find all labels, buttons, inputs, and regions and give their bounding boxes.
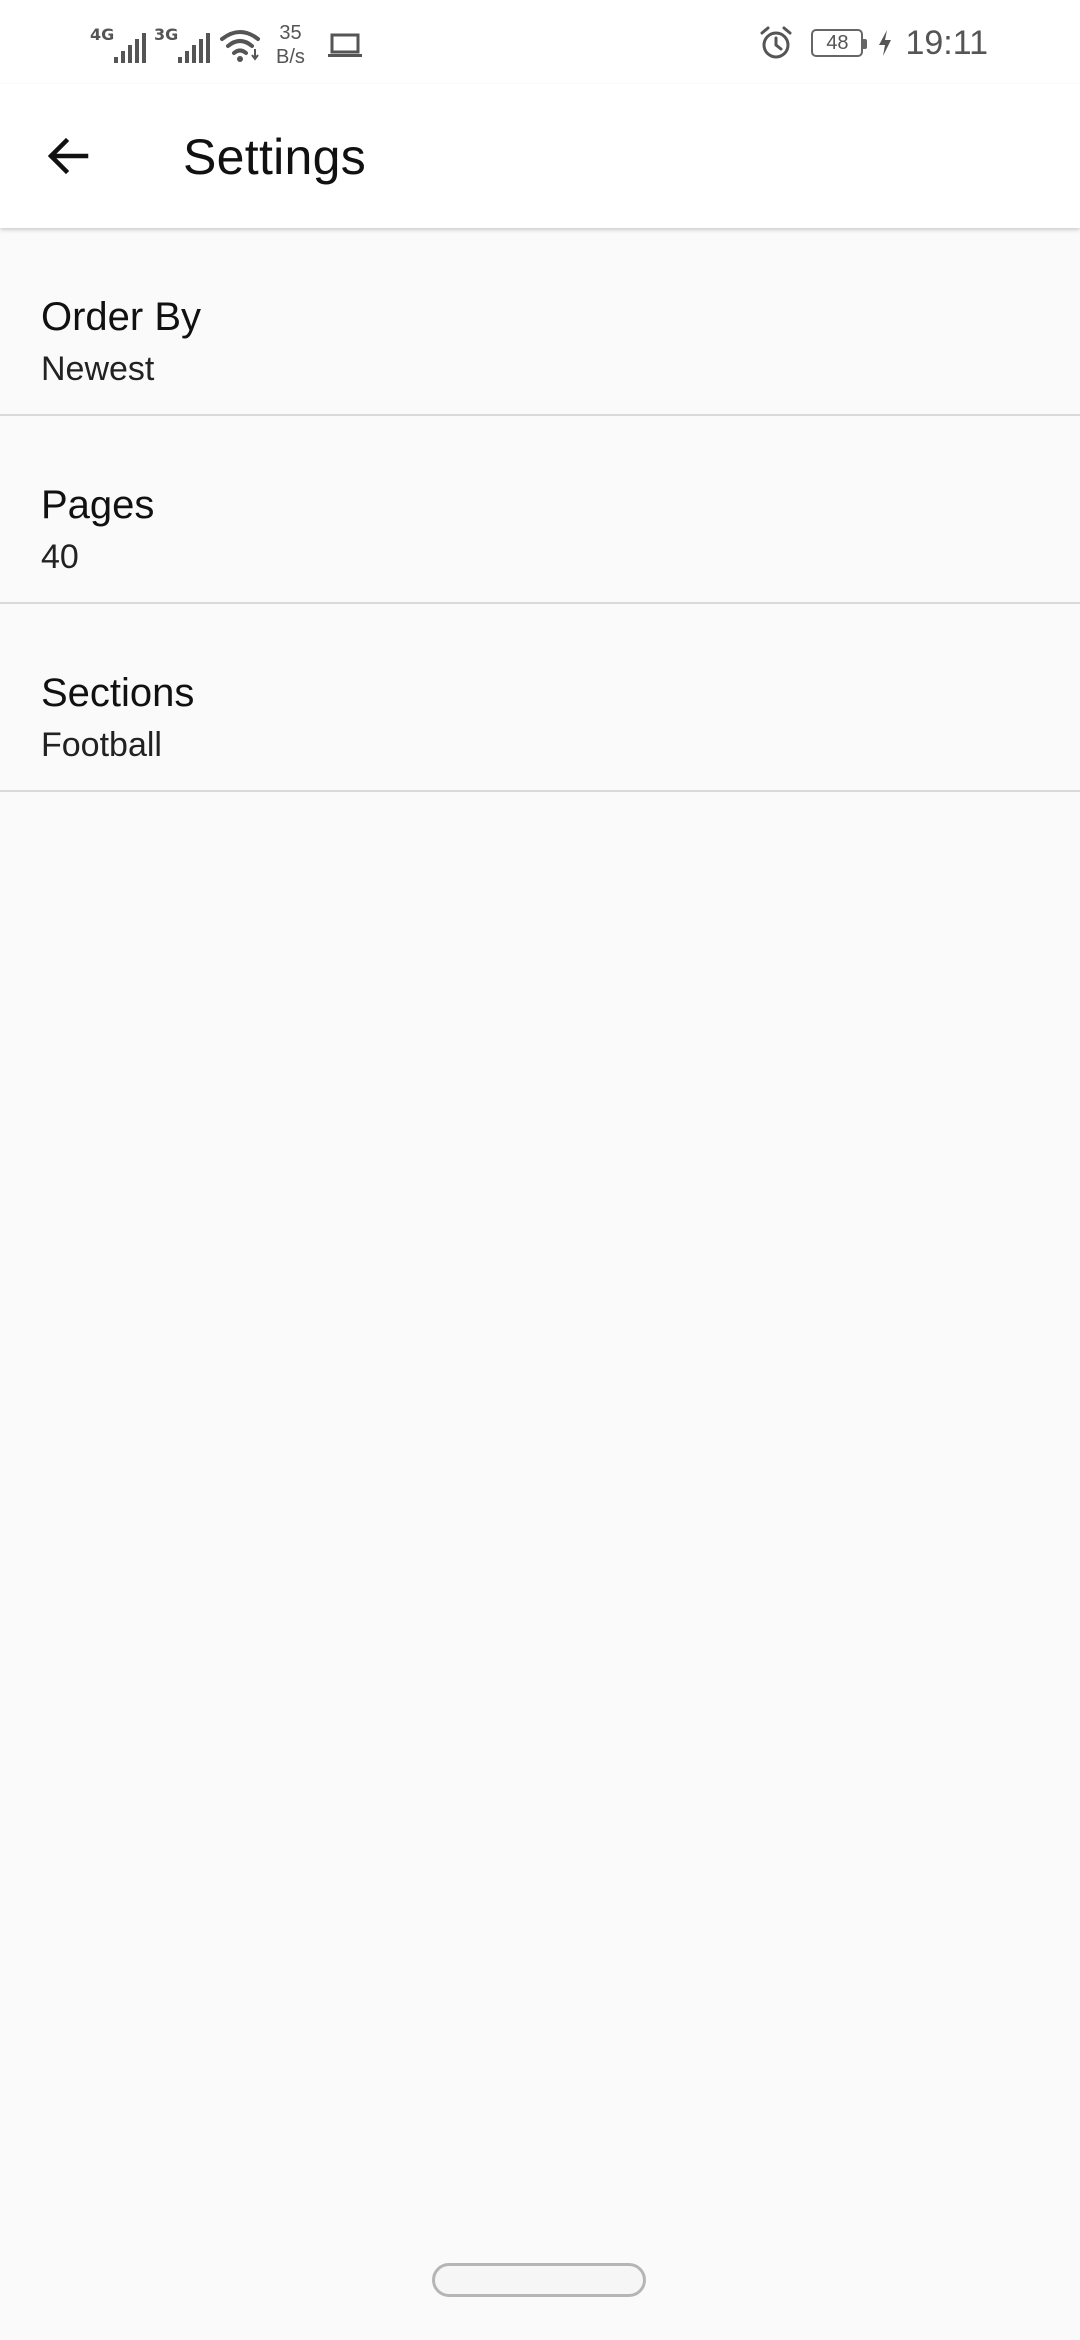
preference-summary: Football <box>41 726 162 764</box>
wifi-icon <box>220 30 260 62</box>
preference-order-by[interactable]: Order By Newest <box>0 228 1080 416</box>
speed-unit: B/s <box>276 46 305 68</box>
home-gesture-bar[interactable] <box>432 2263 646 2297</box>
charging-icon <box>879 30 892 56</box>
arrow-left-icon <box>47 137 89 175</box>
network-speed: 35 B/s <box>276 21 305 69</box>
preference-summary: Newest <box>41 350 155 388</box>
app-bar: Settings <box>0 84 1080 228</box>
alarm-icon <box>760 26 792 59</box>
preference-title: Order By <box>41 295 202 339</box>
clock: 19:11 <box>905 23 988 62</box>
network-type-1: 4G <box>90 25 115 44</box>
status-bar: 4G 3G 35 B/s 48 19:11 <box>0 0 1080 84</box>
signal-icon: 4G <box>90 23 146 67</box>
status-bar-left: 4G 3G 35 B/s <box>90 20 365 70</box>
laptop-icon <box>327 33 362 57</box>
speed-value: 35 <box>279 22 302 44</box>
status-bar-right: 48 19:11 <box>757 18 988 68</box>
preference-sections[interactable]: Sections Football <box>0 604 1080 792</box>
battery-icon: 48 <box>811 29 868 57</box>
back-button[interactable] <box>34 122 102 190</box>
signal-icon: 3G <box>154 23 210 67</box>
page-title: Settings <box>183 129 367 185</box>
battery-level: 48 <box>826 31 849 54</box>
preference-title: Pages <box>41 483 155 527</box>
settings-list: Order By Newest Pages 40 Sections Footba… <box>0 228 1080 792</box>
network-type-2: 3G <box>154 25 179 44</box>
preference-summary: 40 <box>41 538 79 576</box>
preference-pages[interactable]: Pages 40 <box>0 416 1080 604</box>
preference-title: Sections <box>41 671 195 715</box>
